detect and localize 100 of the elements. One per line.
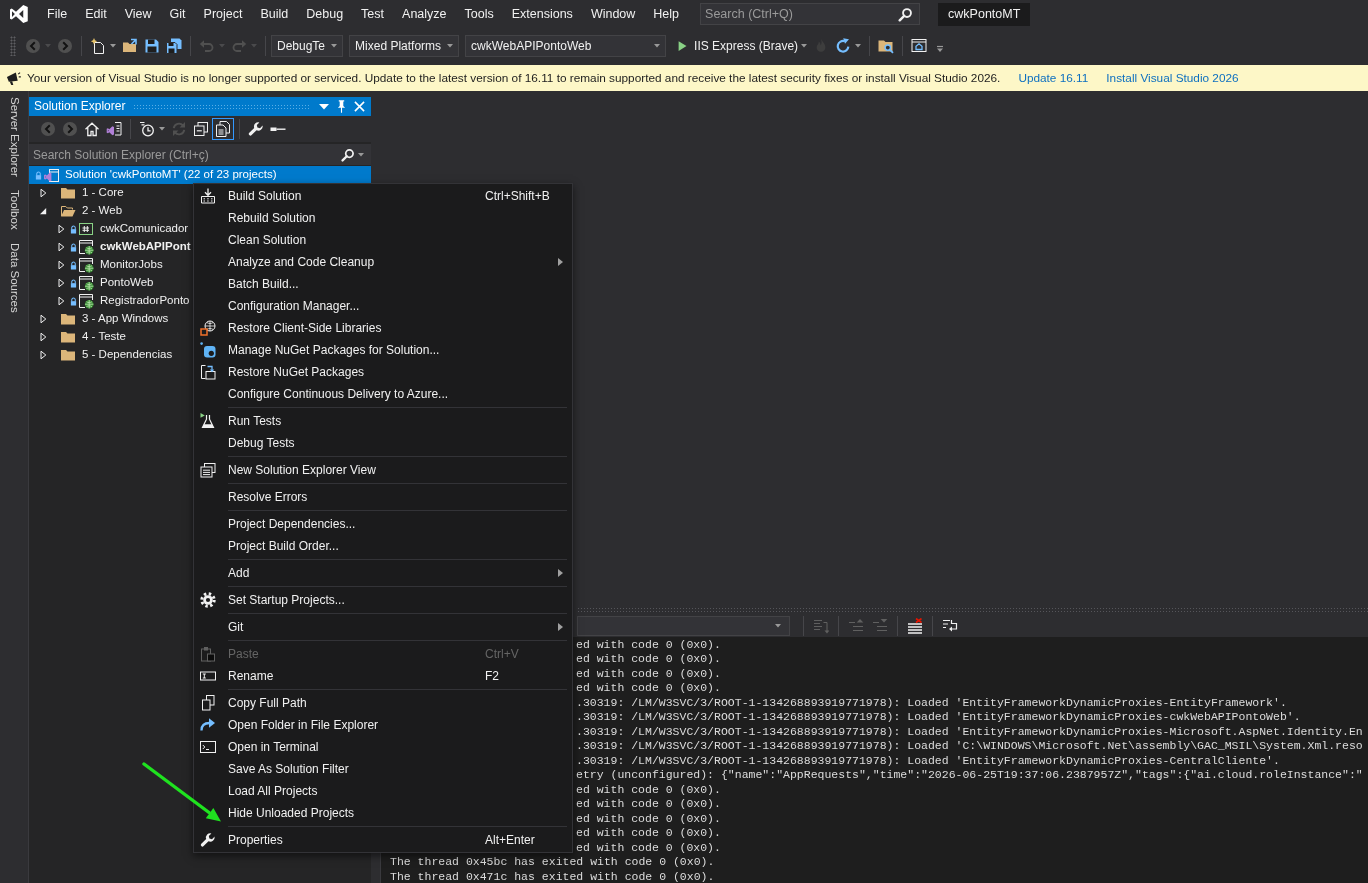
menu-item[interactable]: Analyze bbox=[393, 3, 456, 25]
expander-icon[interactable] bbox=[56, 224, 66, 234]
expander-icon[interactable] bbox=[56, 242, 66, 252]
tree-item[interactable]: 1 - Core bbox=[29, 184, 126, 202]
window-home-icon[interactable] bbox=[911, 38, 928, 54]
expander-icon[interactable] bbox=[38, 188, 48, 198]
menu-item[interactable]: Rebuild Solution bbox=[194, 207, 572, 229]
menu-item[interactable]: File bbox=[38, 3, 77, 25]
tree-item[interactable]: 4 - Teste bbox=[29, 328, 128, 346]
caret-icon[interactable] bbox=[775, 624, 781, 628]
menu-item[interactable]: Restore Client-Side Libraries bbox=[194, 317, 572, 339]
dropdown-icon[interactable] bbox=[319, 103, 329, 110]
expander-icon[interactable] bbox=[38, 350, 48, 360]
menu-item[interactable]: Debug Tests bbox=[194, 432, 572, 454]
side-tab[interactable]: Toolbox bbox=[7, 189, 21, 230]
menu-item[interactable]: Edit bbox=[76, 3, 116, 25]
overflow-icon[interactable] bbox=[936, 45, 945, 53]
menu-item[interactable]: Open in Terminal bbox=[194, 736, 572, 758]
logo-list-icon[interactable] bbox=[106, 121, 122, 137]
expander-icon[interactable] bbox=[38, 314, 48, 324]
menu-item[interactable]: View bbox=[115, 3, 161, 25]
menu-item[interactable]: Copy Full Path bbox=[194, 692, 572, 714]
menu-item[interactable]: Manage NuGet Packages for Solution... bbox=[194, 339, 572, 361]
folder-search-icon[interactable] bbox=[878, 38, 895, 54]
menu-item[interactable]: New Solution Explorer View bbox=[194, 459, 572, 481]
expander-icon[interactable] bbox=[38, 206, 48, 216]
search-input[interactable]: Search Solution Explorer (Ctrl+ç) bbox=[33, 146, 341, 163]
wrench-icon[interactable] bbox=[248, 121, 264, 137]
menu-item[interactable]: Project Build Order... bbox=[194, 535, 572, 557]
tree-item[interactable]: 2 - Web bbox=[29, 202, 125, 220]
menu-item[interactable]: Properties Alt+Enter bbox=[194, 829, 572, 851]
expander-icon[interactable] bbox=[38, 332, 48, 342]
toolbar-dropdown[interactable]: Mixed Platforms bbox=[349, 35, 460, 57]
caret-icon[interactable] bbox=[447, 44, 454, 48]
folder-arrow-icon[interactable] bbox=[122, 38, 138, 54]
menu-item[interactable]: Analyze and Code Cleanup bbox=[194, 251, 572, 273]
menu-item[interactable]: Project bbox=[194, 3, 252, 25]
menu-item[interactable]: Help bbox=[644, 3, 689, 25]
clock-icon[interactable] bbox=[139, 121, 155, 137]
search-field[interactable]: Search Solution Explorer (Ctrl+ç) bbox=[29, 144, 371, 165]
caret-icon[interactable] bbox=[358, 152, 364, 157]
menu-item[interactable]: Configuration Manager... bbox=[194, 295, 572, 317]
tree-item[interactable]: cwkWebAPIPont bbox=[29, 238, 193, 256]
info-link[interactable]: Update 16.11 bbox=[1018, 70, 1089, 86]
caret-icon[interactable] bbox=[110, 44, 116, 48]
tree-item[interactable]: cwkComunicador bbox=[29, 220, 191, 238]
documents-icon[interactable] bbox=[212, 118, 234, 140]
menu-item[interactable]: Git bbox=[194, 616, 572, 638]
tree-item[interactable]: MonitorJobs bbox=[29, 256, 165, 274]
menu-item[interactable]: Configure Continuous Delivery to Azure... bbox=[194, 383, 572, 405]
search-input[interactable]: Search (Ctrl+Q) bbox=[705, 5, 899, 23]
clear-lines-icon[interactable] bbox=[907, 618, 923, 634]
tree-item[interactable]: Solution 'cwkPontoMT' (22 of 23 projects) bbox=[29, 166, 371, 184]
tree-item[interactable]: 3 - App Windows bbox=[29, 310, 171, 328]
menu-item[interactable]: Git bbox=[160, 3, 195, 25]
toolbar-grip-icon[interactable] bbox=[10, 36, 16, 56]
caret-icon[interactable] bbox=[855, 44, 862, 48]
menu-item[interactable]: Batch Build... bbox=[194, 273, 572, 295]
toolbar-dropdown[interactable]: DebugTe bbox=[271, 35, 344, 57]
menu-item[interactable]: Window bbox=[581, 3, 645, 25]
menu-item[interactable]: Debug bbox=[297, 3, 353, 25]
menu-item[interactable]: Build Solution Ctrl+Shift+B bbox=[194, 185, 572, 207]
tree-item[interactable]: 5 - Dependencias bbox=[29, 346, 175, 364]
menu-item[interactable]: Extensions bbox=[502, 3, 582, 25]
tree-item[interactable]: PontoWeb bbox=[29, 274, 156, 292]
menu-item[interactable]: Add bbox=[194, 562, 572, 584]
tree-item[interactable]: RegistradorPonto bbox=[29, 292, 192, 310]
side-tab[interactable]: Data Sources bbox=[7, 242, 21, 313]
menu-item[interactable]: Save As Solution Filter bbox=[194, 758, 572, 780]
menu-item[interactable]: Rename F2 bbox=[194, 665, 572, 687]
search-icon[interactable] bbox=[341, 147, 355, 162]
menu-item[interactable]: Load All Projects bbox=[194, 780, 572, 802]
save-all-icon[interactable] bbox=[166, 38, 182, 54]
menu-item[interactable]: Project Dependencies... bbox=[194, 513, 572, 535]
menu-item[interactable]: Test bbox=[352, 3, 394, 25]
menu-item[interactable]: Open Folder in File Explorer bbox=[194, 714, 572, 736]
pin-icon[interactable] bbox=[337, 100, 346, 113]
menu-item[interactable]: Restore NuGet Packages bbox=[194, 361, 572, 383]
info-link[interactable]: Install Visual Studio 2026 bbox=[1106, 70, 1239, 86]
word-wrap-icon[interactable] bbox=[942, 618, 958, 634]
menu-item[interactable]: Set Startup Projects... bbox=[194, 589, 572, 611]
new-document-icon[interactable] bbox=[90, 38, 106, 54]
side-tab[interactable]: Server Explorer bbox=[7, 97, 21, 177]
menu-item[interactable]: Clean Solution bbox=[194, 229, 572, 251]
expander-icon[interactable] bbox=[56, 278, 66, 288]
close-icon[interactable] bbox=[354, 101, 365, 112]
refresh-icon[interactable] bbox=[835, 38, 852, 54]
expander-icon[interactable] bbox=[56, 296, 66, 306]
collapse-all-icon[interactable] bbox=[193, 121, 209, 137]
caret-icon[interactable] bbox=[801, 44, 808, 48]
search-icon[interactable] bbox=[898, 6, 914, 22]
menu-item[interactable]: Build bbox=[251, 3, 298, 25]
menu-item[interactable]: Run Tests bbox=[194, 410, 572, 432]
search-field[interactable]: Search (Ctrl+Q) bbox=[700, 3, 921, 25]
save-icon[interactable] bbox=[144, 38, 160, 54]
caret-icon[interactable] bbox=[331, 44, 338, 48]
toolbar-dropdown[interactable]: cwkWebAPIPontoWeb bbox=[465, 35, 667, 57]
caret-icon[interactable] bbox=[159, 127, 165, 131]
menu-item[interactable]: Tools bbox=[455, 3, 503, 25]
menu-item[interactable]: Hide Unloaded Projects bbox=[194, 802, 572, 824]
